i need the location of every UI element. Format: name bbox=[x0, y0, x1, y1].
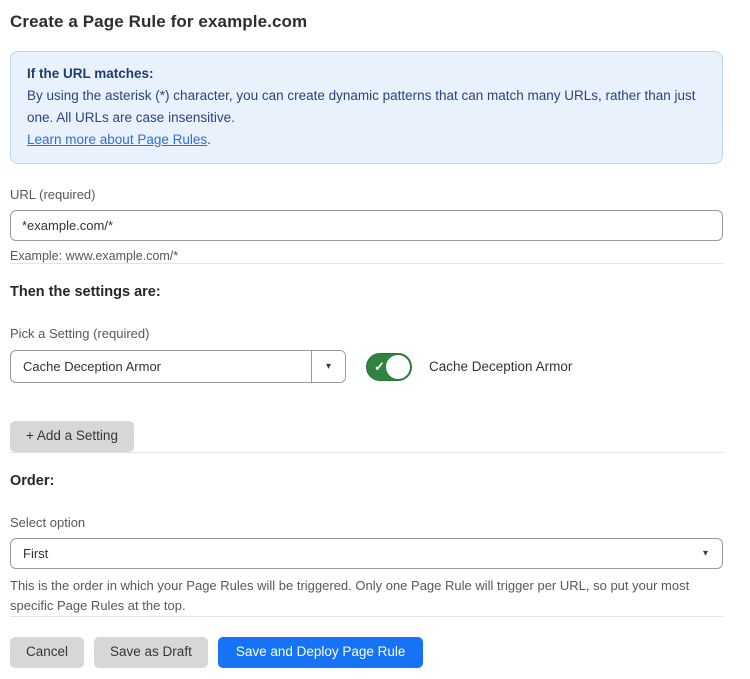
order-helper-text: This is the order in which your Page Rul… bbox=[10, 576, 710, 616]
chevron-down-icon: ▾ bbox=[326, 361, 331, 372]
chevron-down-icon: ▾ bbox=[703, 548, 708, 559]
info-box-heading: If the URL matches: bbox=[27, 63, 706, 85]
setting-toggle[interactable]: ✓ bbox=[366, 353, 412, 381]
setting-dropdown[interactable]: Cache Deception Armor ▾ bbox=[10, 350, 346, 383]
setting-row: Cache Deception Armor ▾ ✓ Cache Deceptio… bbox=[10, 350, 723, 383]
setting-toggle-label: Cache Deception Armor bbox=[429, 359, 572, 374]
order-section-heading: Order: bbox=[10, 473, 723, 489]
setting-dropdown-value: Cache Deception Armor bbox=[11, 351, 311, 382]
link-suffix-period: . bbox=[207, 132, 211, 147]
save-draft-button[interactable]: Save as Draft bbox=[94, 637, 208, 668]
setting-dropdown-arrow-button[interactable]: ▾ bbox=[311, 351, 345, 382]
check-icon: ✓ bbox=[374, 360, 385, 373]
info-box-link-line: Learn more about Page Rules. bbox=[27, 129, 706, 151]
info-box-body: By using the asterisk (*) character, you… bbox=[27, 85, 706, 129]
order-select[interactable]: First ▾ bbox=[10, 538, 723, 569]
url-field-label: URL (required) bbox=[10, 187, 723, 202]
order-select-label: Select option bbox=[10, 515, 723, 530]
url-example-text: Example: www.example.com/* bbox=[10, 249, 723, 263]
learn-more-link[interactable]: Learn more about Page Rules bbox=[27, 132, 207, 147]
url-input[interactable] bbox=[10, 210, 723, 241]
add-setting-button[interactable]: + Add a Setting bbox=[10, 421, 134, 452]
url-match-info-box: If the URL matches: By using the asteris… bbox=[10, 51, 723, 164]
page-title: Create a Page Rule for example.com bbox=[10, 12, 723, 32]
footer-actions: Cancel Save as Draft Save and Deploy Pag… bbox=[10, 637, 723, 668]
section-divider bbox=[10, 616, 723, 617]
cancel-button[interactable]: Cancel bbox=[10, 637, 84, 668]
setting-picker-label: Pick a Setting (required) bbox=[10, 326, 723, 341]
order-select-value: First bbox=[23, 546, 48, 561]
section-divider bbox=[10, 263, 723, 264]
section-divider bbox=[10, 452, 723, 453]
create-page-rule-form: Create a Page Rule for example.com If th… bbox=[0, 0, 750, 668]
settings-section-heading: Then the settings are: bbox=[10, 284, 723, 300]
save-deploy-button[interactable]: Save and Deploy Page Rule bbox=[218, 637, 424, 668]
toggle-knob bbox=[386, 355, 410, 379]
